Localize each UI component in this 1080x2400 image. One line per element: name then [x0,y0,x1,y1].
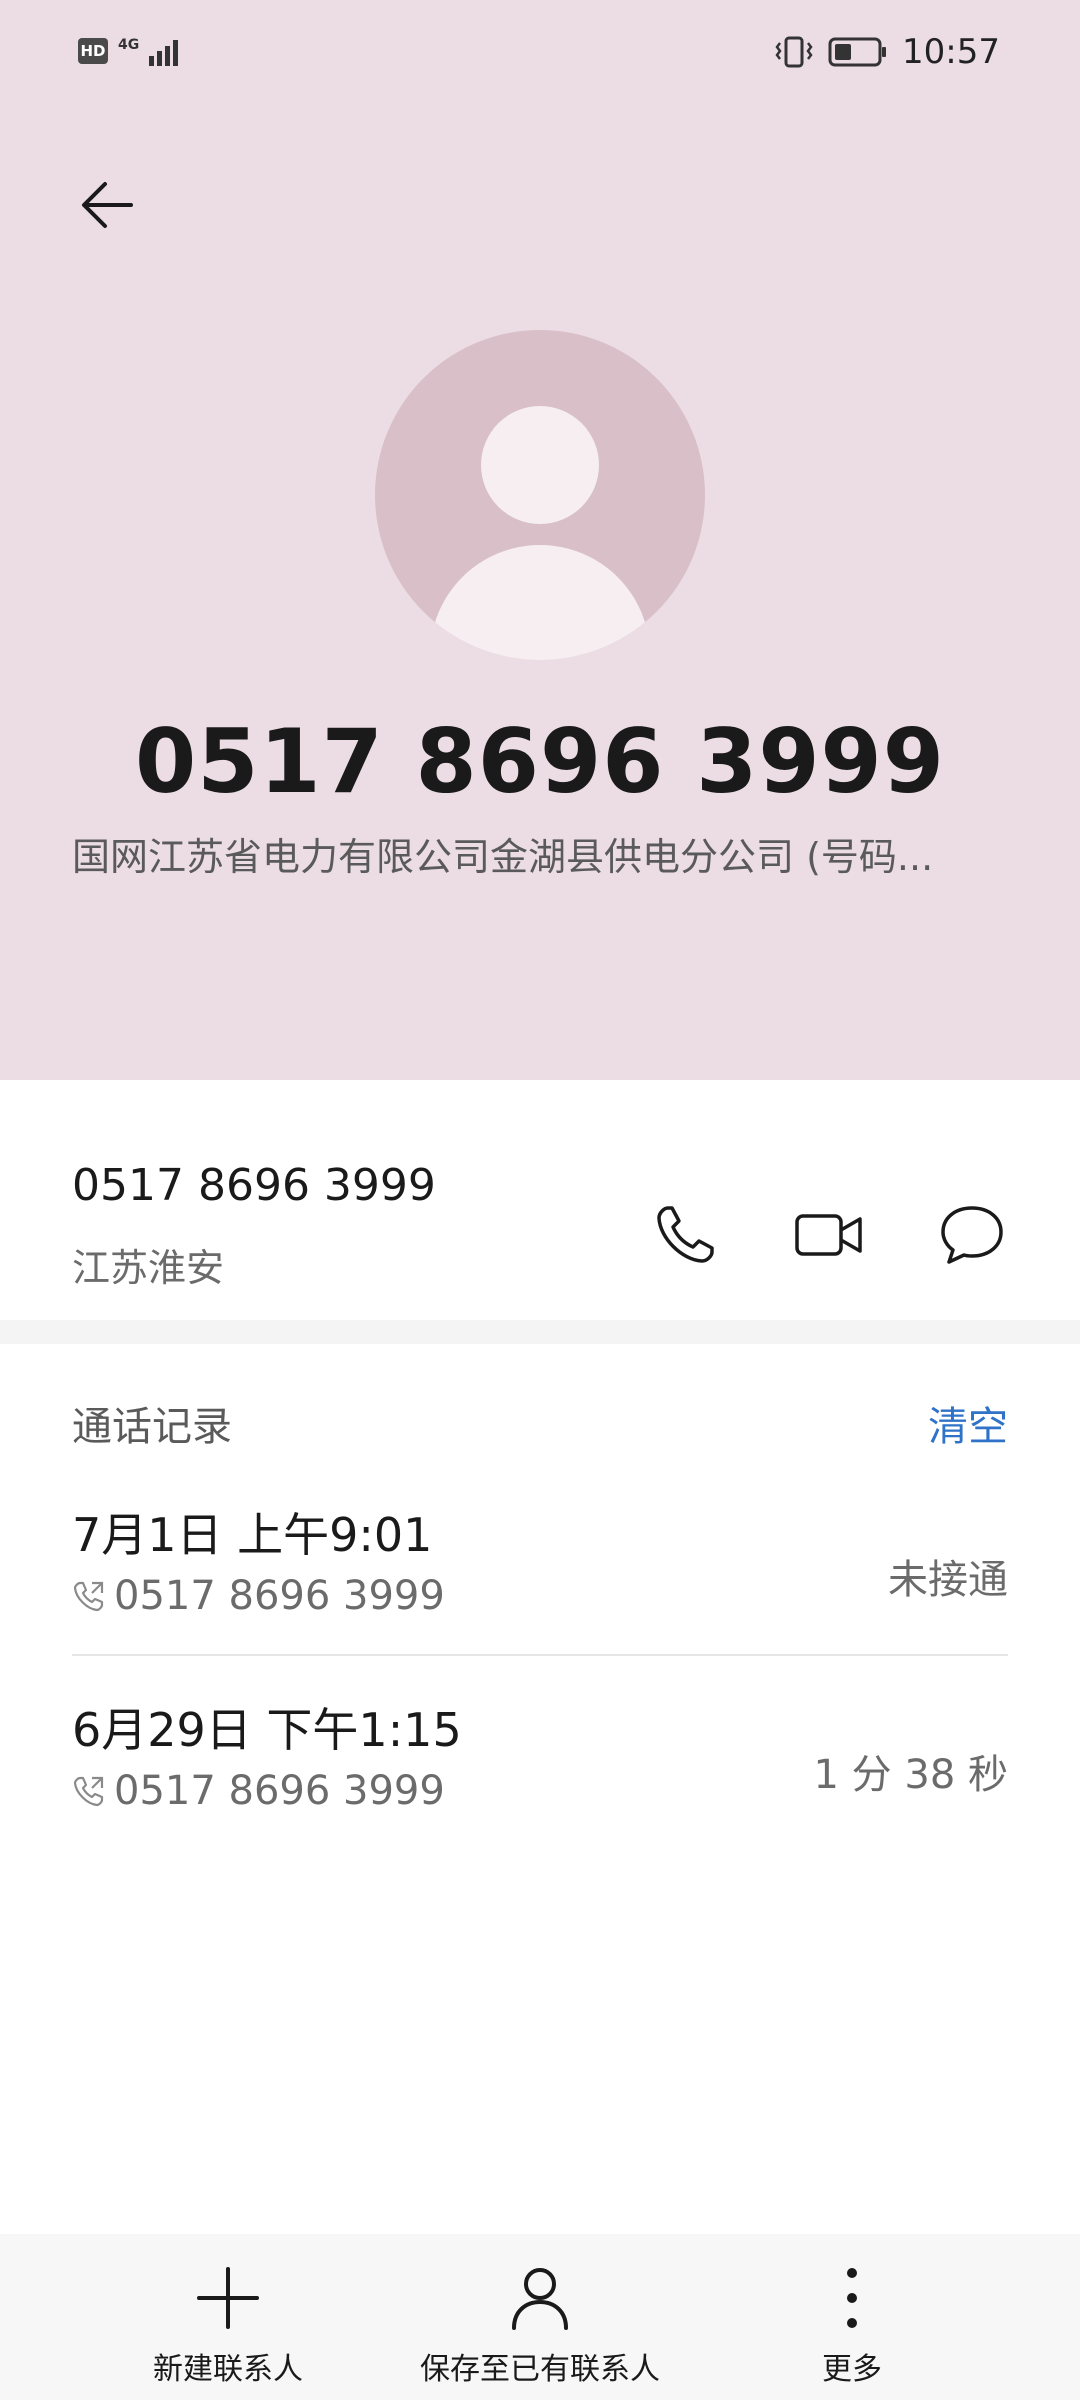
more-vertical-icon [812,2258,892,2338]
call-log-separator [72,1654,1008,1656]
call-log-item[interactable]: 7月1日 上午9:01 0517 8696 3999 未接通 [72,1499,1008,1669]
call-log-item[interactable]: 6月29日 下午1:15 0517 8696 3999 1 分 38 秒 [72,1694,1008,1864]
clear-call-log-button[interactable]: 清空 [928,1394,1008,1452]
status-right: 10:57 [774,32,1000,72]
network-type: 4G [118,37,140,53]
contact-avatar [375,330,705,660]
call-number: 0517 8696 3999 [114,1573,445,1619]
number-row[interactable]: 0517 8696 3999 江苏淮安 [0,1080,1080,1320]
call-status: 未接通 [888,1557,1008,1603]
new-contact-label: 新建联系人 [153,2352,303,2387]
call-sub-line: 0517 8696 3999 [72,1573,445,1619]
save-to-existing-button[interactable]: 保存至已有联系人 [415,2258,665,2388]
call-duration: 1 分 38 秒 [813,1752,1009,1798]
call-sub-line: 0517 8696 3999 [72,1768,445,1814]
contact-organization: 国网江苏省电力有限公司金湖县供电分公司 (号码... [72,835,934,879]
call-datetime: 6月29日 下午1:15 [72,1703,462,1757]
message-button[interactable] [927,1190,1017,1280]
bottom-action-bar: 新建联系人 保存至已有联系人 更多 [0,2234,1080,2400]
outgoing-call-icon [73,1776,104,1807]
status-bar: HD 4G 10:57 [0,0,1080,110]
call-datetime: 7月1日 上午9:01 [72,1508,433,1562]
outgoing-call-icon [73,1581,104,1612]
call-number: 0517 8696 3999 [114,1768,445,1814]
call-log-title: 通话记录 [72,1404,232,1450]
phone-location: 江苏淮安 [72,1246,225,1290]
contact-number-title: 0517 8696 3999 [134,710,946,813]
back-arrow-icon [82,182,133,228]
new-contact-button[interactable]: 新建联系人 [150,2258,306,2388]
video-call-button[interactable] [784,1190,874,1280]
phone-icon [657,1206,714,1263]
back-button[interactable] [72,170,142,240]
contact-detail-screen: HD 4G 10:57 0517 8696 3999 国网江苏省电力有限公司金湖… [0,0,1080,2400]
message-bubble-icon [941,1206,1003,1264]
avatar-head [481,406,599,524]
person-icon [500,2258,580,2338]
avatar-body [430,545,650,660]
plus-icon [188,2258,268,2338]
call-button[interactable] [640,1190,730,1280]
battery-icon [828,37,887,67]
more-label: 更多 [822,2352,882,2387]
call-log-section: 通话记录 清空 7月1日 上午9:01 0517 8696 3999 未接通 6… [0,1344,1080,2234]
signal-icon [149,40,179,66]
video-camera-icon [795,1214,862,1256]
vibrate-icon [775,36,813,68]
more-button[interactable]: 更多 [800,2258,904,2388]
hd-badge: HD [78,38,108,64]
status-left: HD 4G [78,36,185,66]
contact-header: HD 4G 10:57 0517 8696 3999 国网江苏省电力有限公司金湖… [0,0,1080,1080]
save-to-existing-label: 保存至已有联系人 [420,2352,660,2387]
section-divider [0,1320,1080,1344]
phone-number: 0517 8696 3999 [72,1160,436,1211]
status-time: 10:57 [902,32,1000,72]
